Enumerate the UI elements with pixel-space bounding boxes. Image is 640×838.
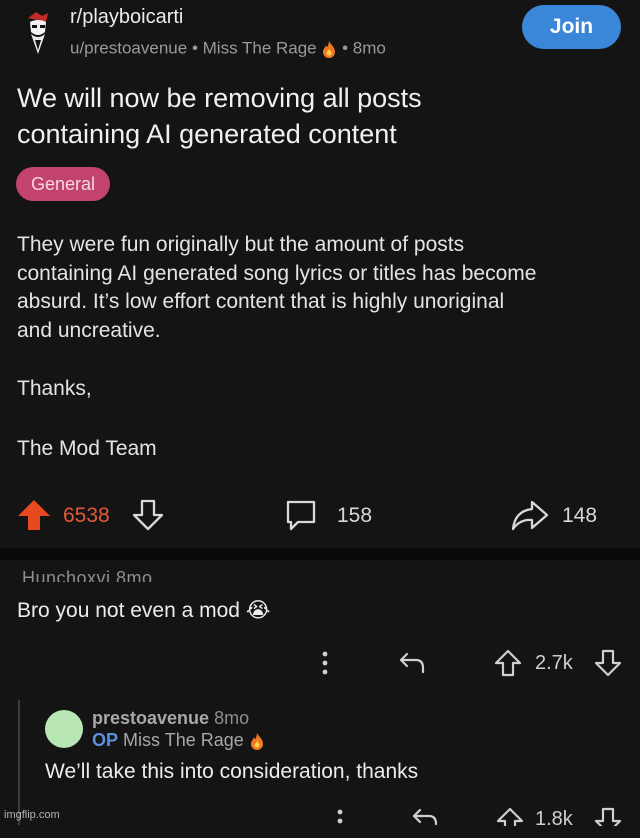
post-body-thanks: Thanks,: [17, 377, 92, 400]
meta-separator: •: [342, 38, 353, 58]
fire-icon: [321, 40, 337, 58]
post-vote-count: 6538: [63, 504, 110, 527]
more-options-icon[interactable]: [333, 806, 347, 836]
post-meta: u/prestoavenue • Miss The Rage • 8mo: [70, 38, 386, 59]
comment-upvote-button[interactable]: [496, 806, 524, 836]
reply-text: We’ll take this into consideration, than…: [45, 760, 419, 783]
thread-line: [18, 700, 20, 825]
post-body-line: They were fun originally but the amount …: [17, 233, 465, 256]
post-age: 8mo: [352, 38, 386, 58]
reply-author: prestoavenue 8mo: [92, 708, 249, 729]
join-button[interactable]: Join: [522, 5, 621, 49]
post-share-count: 148: [562, 504, 598, 527]
reply-author-name[interactable]: prestoavenue: [92, 708, 209, 728]
subreddit-name[interactable]: r/playboicarti: [70, 6, 183, 29]
comment-upvote-button[interactable]: [494, 648, 522, 678]
post-comment-count: 158: [337, 504, 373, 527]
post-title-line: containing AI generated content: [17, 119, 397, 149]
comment-downvote-button[interactable]: [594, 648, 622, 678]
section-divider: [0, 548, 640, 560]
post-body-line: absurd. It’s low effort content that is …: [17, 290, 505, 314]
comment-vote-count: 2.7k: [535, 652, 573, 674]
post-title-line: We will now be removing all posts: [17, 83, 422, 113]
comment-text: Bro you not even a mod 😭: [17, 598, 270, 623]
post-body-line: containing AI generated song lyrics or t…: [17, 261, 537, 285]
reply-age: 8mo: [214, 708, 250, 728]
reply-icon[interactable]: [410, 806, 440, 836]
comment-downvote-button[interactable]: [594, 806, 622, 836]
crying-emoji-icon: 😭: [245, 599, 271, 622]
subreddit-avatar[interactable]: [18, 10, 58, 58]
post-body: They were fun originally but the amount …: [17, 231, 627, 346]
poster-flair: Miss The Rage: [202, 38, 317, 58]
more-options-icon[interactable]: [318, 648, 332, 678]
comment-icon[interactable]: [284, 498, 318, 534]
comment-vote-count: 1.8k: [535, 808, 573, 830]
avatar[interactable]: [45, 710, 83, 748]
reply-flair: OP Miss The Rage: [92, 730, 265, 751]
op-badge: OP: [92, 730, 119, 750]
downvote-button[interactable]: [132, 498, 164, 534]
poster-username[interactable]: u/prestoavenue: [70, 39, 187, 58]
fire-icon: [249, 732, 265, 751]
reply-icon[interactable]: [397, 648, 427, 678]
comment-author[interactable]: Hunchoxvi 8mo: [22, 568, 153, 582]
upvote-button[interactable]: [16, 498, 52, 534]
post-body-line: and uncreative.: [17, 319, 161, 343]
post-title: We will now be removing all posts contai…: [17, 80, 617, 152]
post-body-signature: The Mod Team: [17, 437, 157, 460]
watermark: imgflip.com: [4, 809, 60, 821]
post-flair-badge[interactable]: General: [16, 167, 111, 201]
meta-separator: •: [191, 38, 203, 58]
share-icon[interactable]: [510, 498, 550, 534]
reply-flair-text: Miss The Rage: [123, 730, 244, 750]
comment-text-content: Bro you not even a mod: [17, 599, 240, 622]
